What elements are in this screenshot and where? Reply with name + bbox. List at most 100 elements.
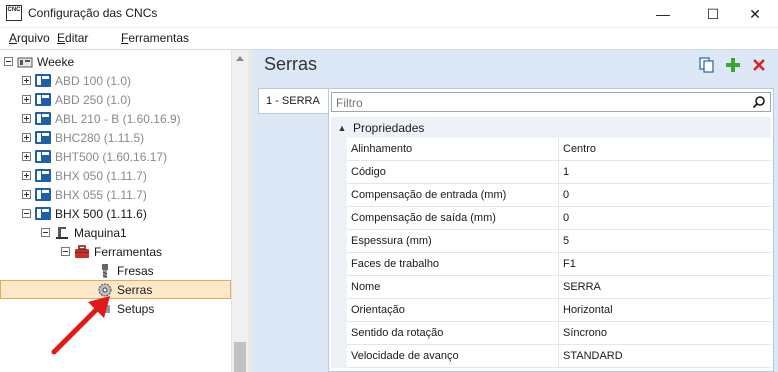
menu-ferramentas[interactable]: Ferramentas (121, 31, 189, 45)
expand-toggle[interactable] (22, 76, 31, 85)
category-label: Propriedades (353, 120, 425, 135)
tools-icon (74, 244, 90, 259)
property-value[interactable]: STANDARD (563, 350, 623, 362)
property-name: Espessura (mm) (351, 235, 432, 247)
panel-title: Serras (264, 54, 318, 74)
tree-item-serras[interactable]: Serras (0, 280, 231, 299)
maximize-button[interactable]: ☐ (690, 0, 736, 28)
scroll-up-icon[interactable] (236, 56, 244, 61)
tree-label: ABL 210 - B (1.60.16.9) (55, 111, 181, 126)
machine-icon (35, 150, 51, 164)
add-button[interactable] (724, 56, 742, 74)
tree-label: BHX 055 (1.11.7) (55, 187, 147, 202)
property-row[interactable]: Espessura (mm) 5 (331, 230, 771, 253)
collapse-toggle[interactable] (61, 247, 70, 256)
delete-button[interactable] (750, 56, 768, 74)
tree-item-setups[interactable]: Setups (97, 299, 154, 318)
app-icon-label: CNC (7, 7, 21, 13)
collapse-toggle[interactable] (41, 228, 50, 237)
tree-label: Ferramentas (94, 244, 163, 259)
property-value[interactable]: 0 (563, 189, 569, 201)
property-value[interactable]: F1 (563, 258, 576, 270)
tree-item-machine[interactable]: BHX 050 (1.11.7) (22, 166, 147, 185)
property-row[interactable]: Orientação Horizontal (331, 299, 771, 322)
tree-scrollbar[interactable] (231, 50, 248, 372)
minimize-button[interactable]: — (640, 0, 686, 28)
menu-editar[interactable]: Editar (57, 31, 88, 45)
tree-item-machine[interactable]: BHX 500 (1.11.6) (22, 204, 147, 223)
machine-icon (35, 74, 51, 88)
property-name: Velocidade de avanço (351, 350, 459, 362)
tree-label: BHT500 (1.60.16.17) (55, 149, 168, 164)
tree-label: Serras (117, 282, 153, 297)
machine-icon (35, 93, 51, 107)
tab-serra[interactable]: 1 - SERRA (258, 88, 328, 114)
filter-box[interactable] (331, 92, 771, 112)
property-row[interactable]: Velocidade de avanço STANDARD (331, 345, 771, 368)
tree-label: BHX 050 (1.11.7) (55, 168, 147, 183)
folder-icon (17, 55, 33, 69)
tree-item-ferramentas[interactable]: Ferramentas (61, 242, 162, 261)
filter-input[interactable] (336, 96, 736, 110)
delete-icon (753, 59, 765, 71)
menu-arquivo-accel: A (9, 31, 18, 45)
property-value[interactable]: Horizontal (563, 304, 613, 316)
machine-icon (35, 207, 51, 221)
property-row[interactable]: Código 1 (331, 161, 771, 184)
collapse-toggle[interactable] (4, 57, 13, 66)
tree-item-machine[interactable]: BHX 055 (1.11.7) (22, 185, 147, 204)
expand-toggle[interactable] (22, 95, 31, 104)
tree-item-machine[interactable]: ABL 210 - B (1.60.16.9) (22, 109, 181, 128)
property-name: Alinhamento (351, 143, 413, 155)
close-button[interactable]: ✕ (732, 0, 778, 28)
property-name: Código (351, 166, 386, 178)
property-value[interactable]: SERRA (563, 281, 601, 293)
menu-arquivo-label: rquivo (17, 31, 50, 45)
expand-toggle[interactable] (22, 133, 31, 142)
tree-item-machine[interactable]: BHT500 (1.60.16.17) (22, 147, 167, 166)
details-panel: Serras 1 - SERRA ▲ Propriedades Alinhame… (252, 50, 778, 372)
property-name: Nome (351, 281, 381, 293)
property-row[interactable]: Alinhamento Centro (331, 138, 771, 161)
tree-label: Setups (117, 301, 155, 316)
tree-item-machine[interactable]: ABD 250 (1.0) (22, 90, 131, 109)
property-row[interactable]: Compensação de entrada (mm) 0 (331, 184, 771, 207)
property-value[interactable]: 0 (563, 212, 569, 224)
property-value[interactable]: 5 (563, 235, 569, 247)
category-propriedades[interactable]: ▲ Propriedades (331, 117, 771, 138)
expand-toggle[interactable] (22, 152, 31, 161)
menu-ferramentas-label: erramentas (128, 31, 190, 45)
setup-icon (97, 302, 113, 316)
property-row[interactable]: Sentido da rotação Síncrono (331, 322, 771, 345)
property-row[interactable]: Faces de trabalho F1 (331, 253, 771, 276)
minimize-icon: — (656, 6, 670, 22)
title-bar: CNC Configuração das CNCs — ☐ ✕ (0, 0, 778, 28)
copy-button[interactable] (698, 56, 716, 74)
app-icon: CNC (6, 5, 22, 21)
expand-toggle[interactable] (22, 114, 31, 123)
property-row[interactable]: Compensação de saída (mm) 0 (331, 207, 771, 230)
scroll-thumb[interactable] (234, 342, 246, 372)
property-value[interactable]: Síncrono (563, 327, 607, 339)
property-name: Sentido da rotação (351, 327, 444, 339)
expand-toggle[interactable] (22, 190, 31, 199)
property-value[interactable]: 1 (563, 166, 569, 178)
cnc-machine-icon (54, 226, 70, 240)
tree-item-machine[interactable]: ABD 100 (1.0) (22, 71, 131, 90)
menu-arquivo[interactable]: Arquivo (9, 31, 50, 45)
tree-item-fresas[interactable]: Fresas (97, 261, 154, 280)
close-icon: ✕ (749, 5, 761, 22)
menu-editar-label: ditar (65, 31, 89, 45)
tree-label: BHC280 (1.11.5) (55, 130, 145, 145)
tree-item-machine[interactable]: BHC280 (1.11.5) (22, 128, 144, 147)
maximize-icon: ☐ (706, 5, 720, 22)
machine-icon (35, 112, 51, 126)
expand-toggle[interactable] (22, 171, 31, 180)
tree-item-maquina[interactable]: Maquina1 (41, 223, 127, 242)
property-row[interactable]: Nome SERRA (331, 276, 771, 299)
search-icon[interactable] (752, 95, 766, 109)
collapse-toggle[interactable] (22, 209, 31, 218)
tree-item-weeke[interactable]: Weeke (4, 52, 74, 71)
property-value[interactable]: Centro (563, 143, 596, 155)
chevron-up-icon[interactable]: ▲ (335, 123, 349, 133)
